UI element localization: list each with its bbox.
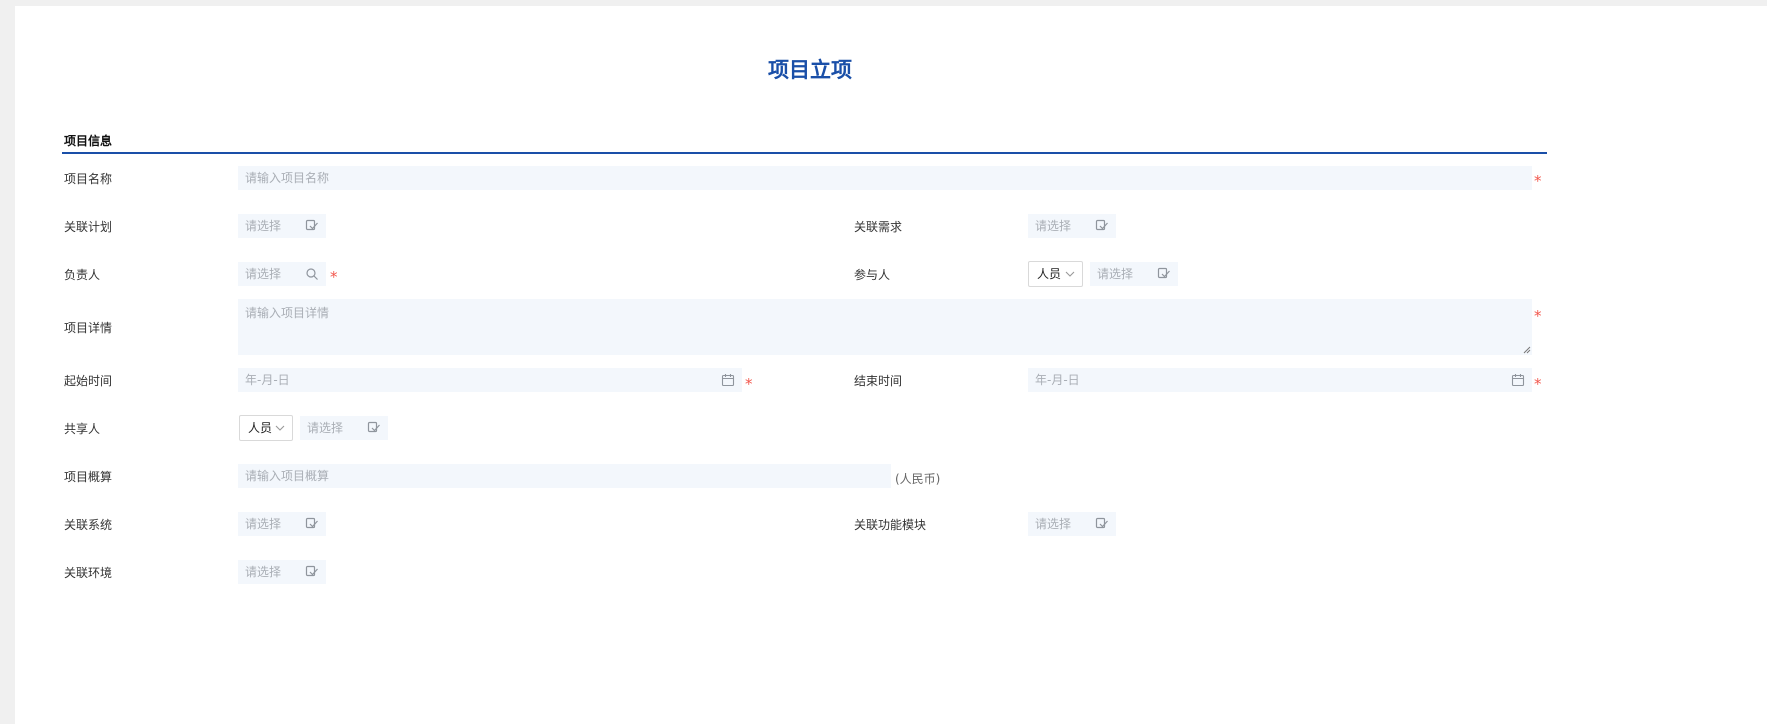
project-name-label: 项目名称 — [64, 172, 113, 186]
sharer-type-dropdown[interactable]: 人员 — [239, 415, 293, 441]
budget-input[interactable]: 请输入项目概算 — [238, 464, 891, 488]
participants-placeholder: 请选择 — [1097, 267, 1134, 281]
related-env-label: 关联环境 — [64, 566, 113, 580]
budget-placeholder: 请输入项目概算 — [245, 469, 330, 483]
chevron-down-icon — [1065, 271, 1075, 277]
checklist-icon[interactable] — [1157, 267, 1171, 281]
checklist-icon[interactable] — [367, 421, 381, 435]
related-plan-label: 关联计划 — [64, 220, 113, 234]
checklist-icon[interactable] — [1095, 517, 1109, 531]
budget-label: 项目概算 — [64, 470, 113, 484]
participants-type-dropdown[interactable]: 人员 — [1028, 261, 1083, 287]
related-plan-select[interactable]: 请选择 — [238, 214, 326, 238]
section-title: 项目信息 — [64, 134, 113, 148]
required-mark: * — [1534, 375, 1542, 393]
sharer-type-value: 人员 — [248, 421, 273, 435]
checklist-icon[interactable] — [305, 517, 319, 531]
project-name-input[interactable]: 请输入项目名称 — [238, 166, 1532, 190]
owner-label: 负责人 — [64, 268, 101, 282]
related-module-placeholder: 请选择 — [1035, 517, 1072, 531]
required-mark: * — [1534, 172, 1542, 190]
resize-handle-icon[interactable] — [1523, 346, 1531, 354]
form-page: 项目立项 项目信息 项目名称 请输入项目名称 * 关联计划 请选择 关联需求 请… — [15, 6, 1767, 724]
budget-unit: (人民币) — [895, 472, 941, 486]
required-mark: * — [745, 375, 753, 393]
checklist-icon[interactable] — [1095, 219, 1109, 233]
related-demand-label: 关联需求 — [854, 220, 903, 234]
start-date-input[interactable]: 年-月-日 — [238, 368, 742, 392]
start-date-label: 起始时间 — [64, 374, 113, 388]
project-detail-label: 项目详情 — [64, 321, 113, 335]
project-name-placeholder: 请输入项目名称 — [245, 171, 330, 185]
required-mark: * — [330, 268, 338, 286]
project-detail-textarea[interactable]: 请输入项目详情 — [238, 299, 1532, 355]
related-demand-select[interactable]: 请选择 — [1028, 214, 1116, 238]
related-env-placeholder: 请选择 — [245, 565, 282, 579]
related-demand-placeholder: 请选择 — [1035, 219, 1072, 233]
sharer-placeholder: 请选择 — [307, 421, 344, 435]
required-mark: * — [1534, 307, 1542, 325]
search-icon[interactable] — [305, 267, 319, 281]
calendar-icon[interactable] — [721, 373, 735, 387]
end-date-input[interactable]: 年-月-日 — [1028, 368, 1532, 392]
page-title: 项目立项 — [768, 58, 852, 82]
end-date-placeholder: 年-月-日 — [1035, 373, 1080, 387]
related-env-select[interactable]: 请选择 — [238, 560, 326, 584]
related-system-label: 关联系统 — [64, 518, 113, 532]
checklist-icon[interactable] — [305, 219, 319, 233]
participants-label: 参与人 — [854, 268, 891, 282]
section-divider — [62, 152, 1547, 154]
owner-select[interactable]: 请选择 — [238, 262, 326, 286]
related-module-label: 关联功能模块 — [854, 518, 927, 532]
participants-select[interactable]: 请选择 — [1090, 262, 1178, 286]
sharer-select[interactable]: 请选择 — [300, 416, 388, 440]
participants-type-value: 人员 — [1037, 267, 1062, 281]
related-system-select[interactable]: 请选择 — [238, 512, 326, 536]
end-date-label: 结束时间 — [854, 374, 903, 388]
checklist-icon[interactable] — [305, 565, 319, 579]
related-plan-placeholder: 请选择 — [245, 219, 282, 233]
owner-placeholder: 请选择 — [245, 267, 282, 281]
related-system-placeholder: 请选择 — [245, 517, 282, 531]
calendar-icon[interactable] — [1511, 373, 1525, 387]
chevron-down-icon — [275, 425, 285, 431]
related-module-select[interactable]: 请选择 — [1028, 512, 1116, 536]
project-detail-placeholder: 请输入项目详情 — [245, 306, 330, 320]
sharer-label: 共享人 — [64, 422, 101, 436]
start-date-placeholder: 年-月-日 — [245, 373, 290, 387]
